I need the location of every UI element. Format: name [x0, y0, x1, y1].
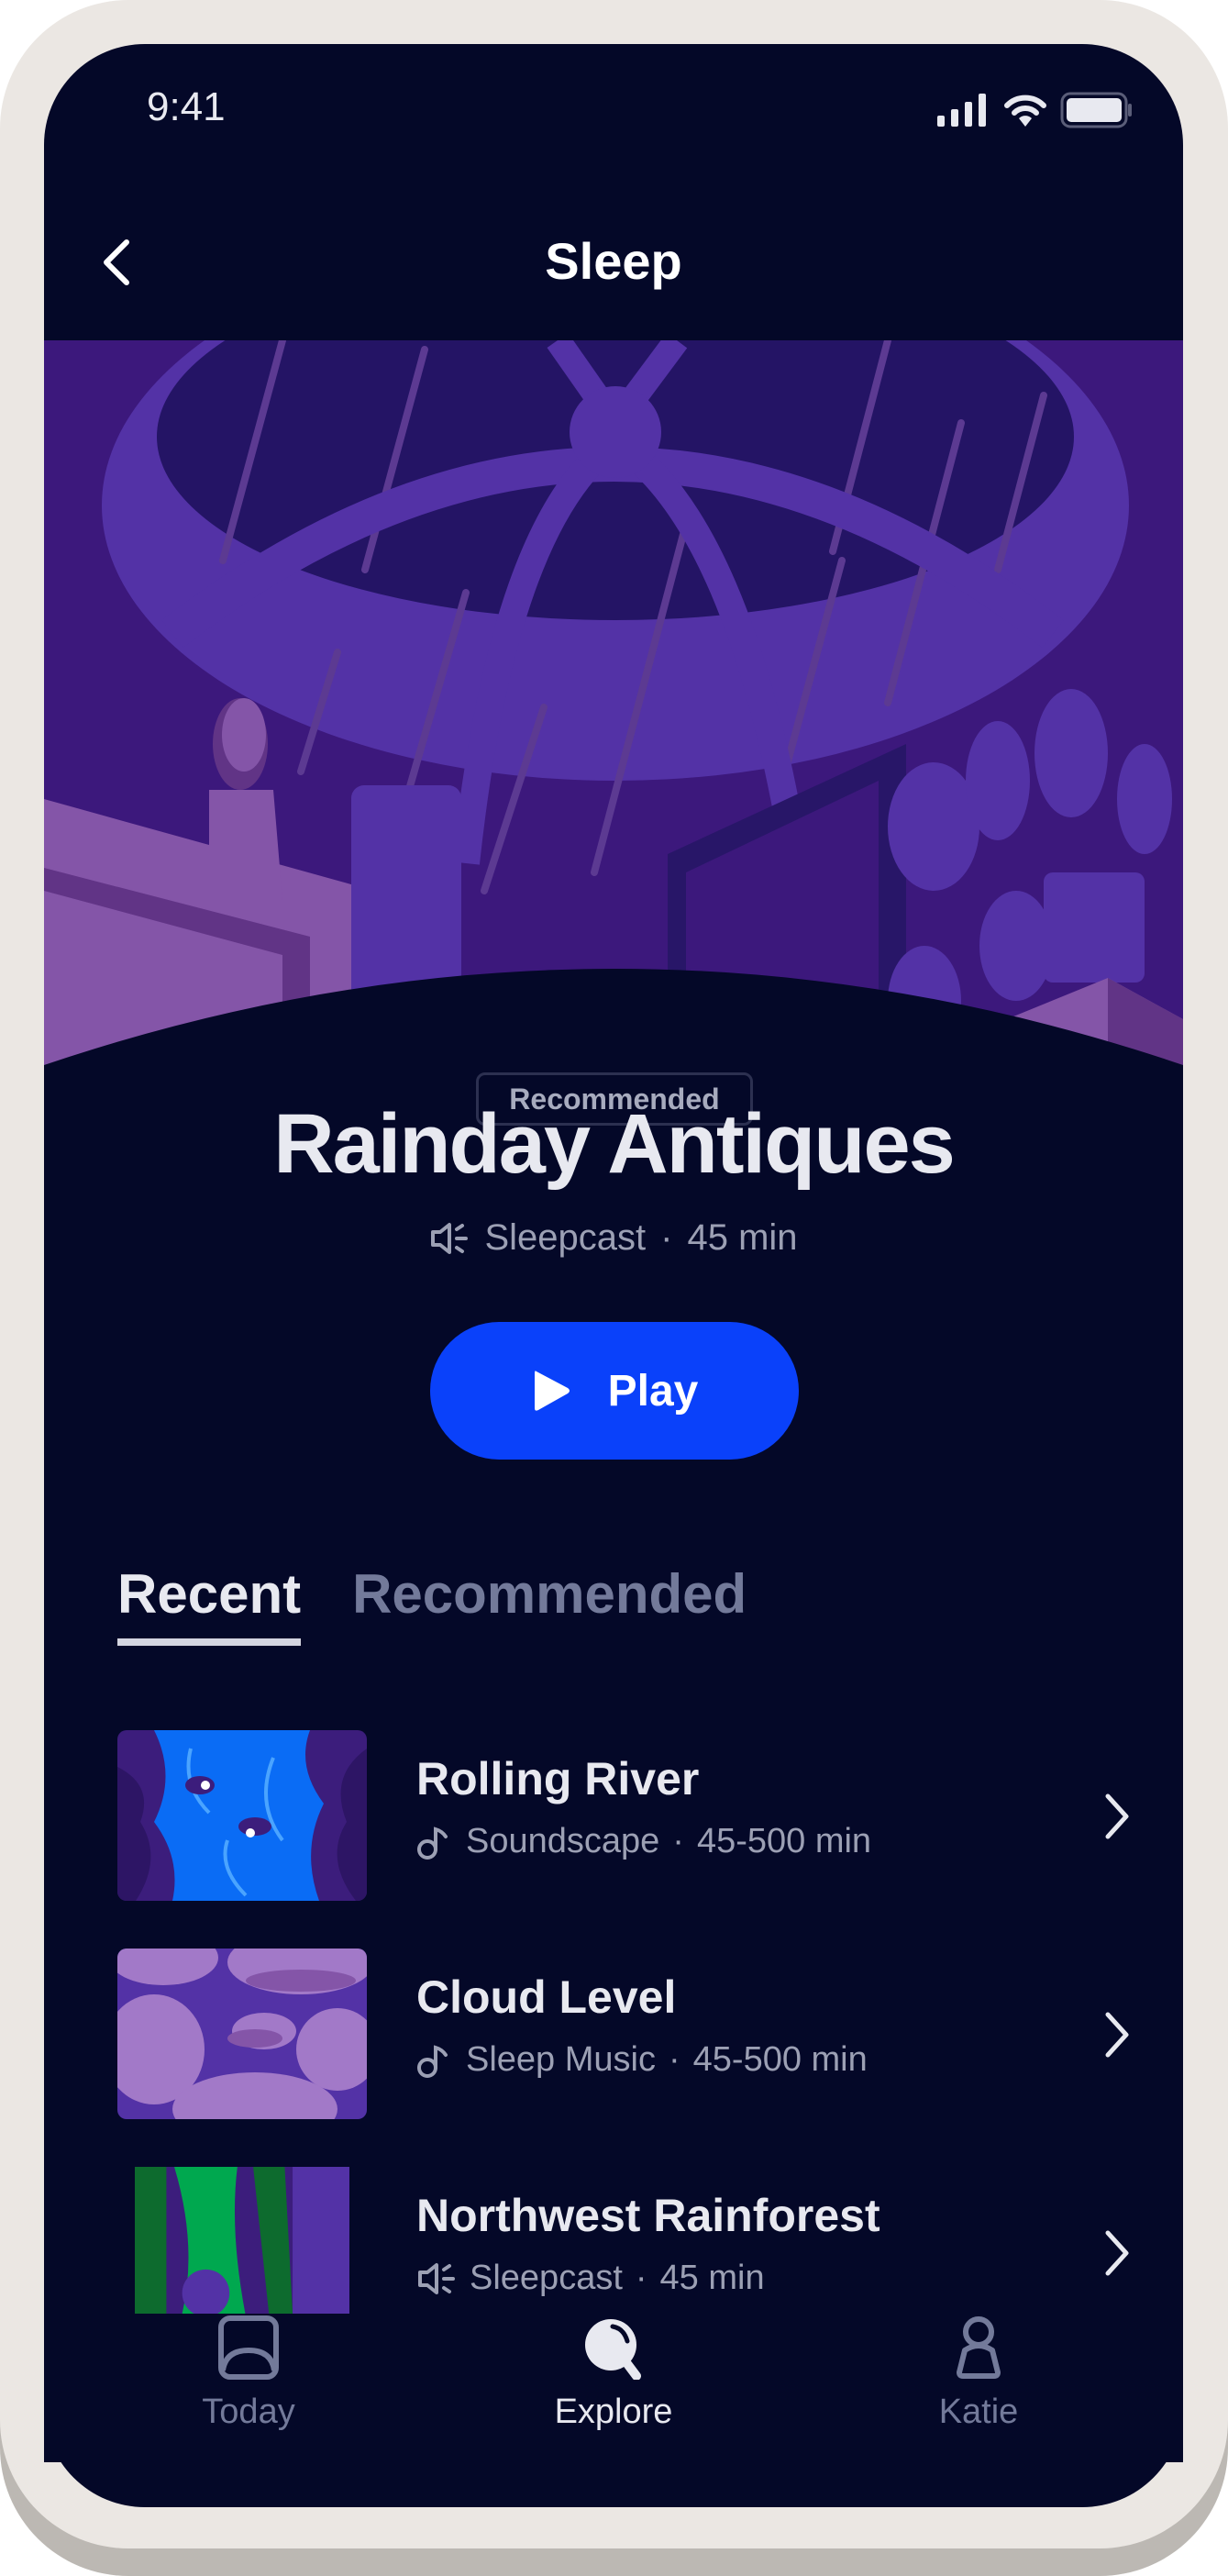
sleepcast-speaker-icon	[418, 2262, 455, 2294]
screen-content: Rainday Antiques Sleepcast · 45 min Play…	[44, 44, 1183, 2507]
item-meta: Sleepcast · 45 min	[416, 2259, 765, 2298]
item-meta: Soundscape · 45-500 min	[416, 1822, 871, 1861]
tab-profile-label: Katie	[938, 2393, 1019, 2431]
music-note-icon	[417, 2044, 448, 2078]
play-icon	[534, 1371, 570, 1411]
list-item[interactable]: Cloud Level Sleep Music · 45-500 min	[117, 1949, 1129, 2119]
play-label: Play	[607, 1366, 699, 1416]
profile-person-icon	[957, 2316, 1001, 2379]
featured-title: Rainday Antiques	[273, 1097, 956, 1191]
item-meta: Sleep Music · 45-500 min	[416, 2040, 868, 2080]
list-item[interactable]: Rolling River Soundscape · 45-500 min	[117, 1730, 1129, 1901]
item-type: Sleep Music	[466, 2040, 656, 2079]
meta-separator: ·	[660, 1217, 673, 1258]
featured-duration: 45 min	[687, 1217, 798, 1258]
tab-today-label: Today	[202, 2393, 295, 2431]
item-duration: 45 min	[659, 2259, 765, 2297]
chevron-right-icon	[1105, 2230, 1129, 2276]
tab-recommended[interactable]: Recommended	[352, 1562, 747, 1638]
chevron-right-icon	[1105, 1793, 1129, 1839]
item-type: Soundscape	[466, 1822, 660, 1860]
tab-today[interactable]: Today	[138, 2315, 359, 2432]
meta-separator: ·	[635, 2259, 647, 2297]
thumbnail-northwest-rainforest	[135, 2167, 349, 2314]
explore-search-icon	[585, 2319, 641, 2381]
bottom-tab-bar: Today Explore Katie	[44, 2315, 1183, 2462]
sleepcast-speaker-icon	[431, 1222, 469, 1254]
play-button[interactable]: Play	[430, 1322, 799, 1460]
item-title: Rolling River	[416, 1753, 700, 1804]
featured-type: Sleepcast	[484, 1217, 647, 1258]
item-title: Cloud Level	[416, 1971, 677, 2023]
list-item[interactable]: Northwest Rainforest Sleepcast · 45 min	[117, 2167, 1129, 2337]
item-type: Sleepcast	[470, 2259, 623, 2297]
meta-separator: ·	[672, 1822, 684, 1860]
tab-recent[interactable]: Recent	[117, 1562, 302, 1646]
chevron-right-icon	[1105, 2012, 1129, 2058]
item-title: Northwest Rainforest	[416, 2190, 880, 2241]
meta-separator: ·	[668, 2040, 680, 2079]
tab-explore[interactable]: Explore	[503, 2315, 724, 2432]
item-duration: 45-500 min	[692, 2040, 868, 2079]
featured-meta: Sleepcast · 45 min	[44, 1217, 1183, 1259]
thumbnail-rolling-river	[117, 1730, 367, 1901]
item-duration: 45-500 min	[696, 1822, 872, 1860]
tab-profile[interactable]: Katie	[868, 2315, 1089, 2432]
content-tabs: Recent Recommended	[117, 1562, 747, 1646]
thumbnail-cloud-level	[117, 1949, 367, 2119]
music-note-icon	[417, 1826, 448, 1860]
today-icon	[218, 2315, 279, 2380]
tab-explore-label: Explore	[554, 2393, 673, 2431]
